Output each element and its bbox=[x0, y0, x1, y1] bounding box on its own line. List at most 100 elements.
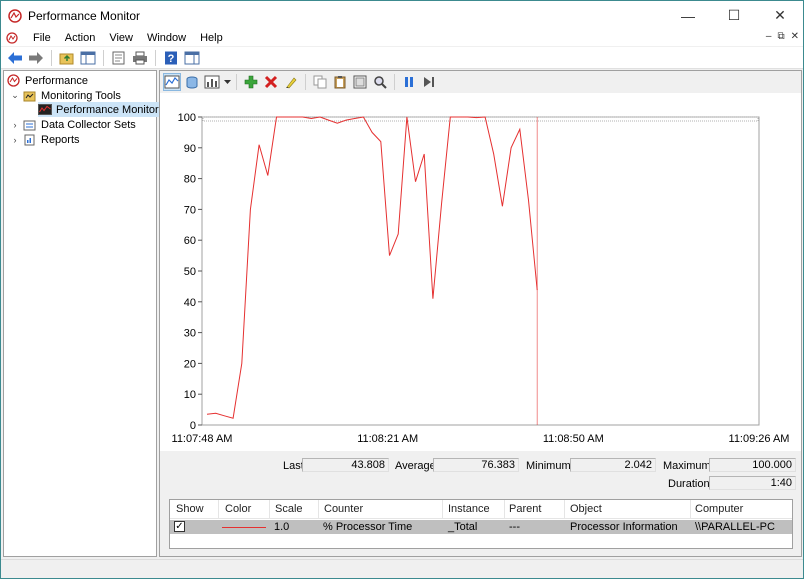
legend-column-divider[interactable] bbox=[318, 500, 319, 519]
menu-help[interactable]: Help bbox=[193, 30, 230, 46]
paste-counter-list-button[interactable] bbox=[331, 73, 349, 91]
legend-object: Processor Information bbox=[570, 521, 678, 533]
mdi-restore-button[interactable]: ⧉ bbox=[777, 31, 784, 42]
y-tick-label: 40 bbox=[184, 297, 196, 309]
highlight-button[interactable] bbox=[282, 73, 300, 91]
expanded-chevron-icon[interactable]: ⌄ bbox=[10, 90, 20, 101]
reports-icon bbox=[23, 134, 37, 146]
legend-header-computer[interactable]: Computer bbox=[695, 503, 743, 515]
counter-legend: Show Color Scale Counter Instance Parent… bbox=[169, 499, 793, 549]
help-button[interactable]: ? bbox=[162, 49, 180, 67]
title-bar: Performance Monitor — ☐ ✕ bbox=[1, 1, 803, 30]
graph-type-dropdown-button[interactable] bbox=[223, 73, 231, 91]
legend-header: Show Color Scale Counter Instance Parent… bbox=[170, 500, 792, 519]
tree-item-label: Performance bbox=[25, 74, 88, 87]
change-graph-type-button[interactable] bbox=[203, 73, 221, 91]
freeze-display-button[interactable] bbox=[400, 73, 418, 91]
tree-item-reports[interactable]: › Reports bbox=[10, 132, 80, 147]
legend-header-show[interactable]: Show bbox=[176, 503, 204, 515]
properties-dialog-button[interactable] bbox=[351, 73, 369, 91]
y-tick-label: 10 bbox=[184, 389, 196, 401]
properties-button[interactable] bbox=[110, 49, 128, 67]
legend-column-divider[interactable] bbox=[218, 500, 219, 519]
print-button[interactable] bbox=[131, 49, 149, 67]
line-chart[interactable]: 100908070605040302010011:07:48 AM 11:08:2… bbox=[160, 93, 801, 451]
tree-item-monitoring-tools[interactable]: ⌄ Monitoring Tools bbox=[10, 88, 121, 103]
minimum-label: Minimum bbox=[526, 460, 571, 472]
collapsed-chevron-icon[interactable]: › bbox=[10, 135, 20, 145]
legend-counter: % Processor Time bbox=[323, 521, 413, 533]
legend-column-divider[interactable] bbox=[690, 500, 691, 519]
legend-scale: 1.0 bbox=[274, 521, 290, 533]
tree-item-label: Data Collector Sets bbox=[41, 118, 136, 131]
performance-monitor-icon bbox=[38, 104, 52, 116]
properties-sheet-icon bbox=[353, 75, 367, 89]
perfmon-system-menu-icon[interactable] bbox=[6, 32, 18, 44]
show-checkbox[interactable]: ✓ bbox=[174, 521, 185, 532]
legend-header-object[interactable]: Object bbox=[570, 503, 602, 515]
monitoring-tools-icon bbox=[23, 90, 37, 102]
back-arrow-icon bbox=[8, 51, 22, 64]
up-one-level-button[interactable] bbox=[58, 49, 76, 67]
x-tick-label: 11:08:21 AM bbox=[357, 433, 418, 445]
legend-header-counter[interactable]: Counter bbox=[324, 503, 363, 515]
maximum-label: Maximum bbox=[663, 460, 711, 472]
legend-header-instance[interactable]: Instance bbox=[448, 503, 490, 515]
toolbar-separator bbox=[51, 49, 52, 66]
copy-properties-button[interactable] bbox=[311, 73, 329, 91]
pause-icon bbox=[405, 77, 413, 87]
action-pane-icon bbox=[184, 51, 200, 64]
mdi-controls: – ⧉ ✕ bbox=[766, 31, 799, 42]
legend-parent: --- bbox=[509, 521, 520, 533]
add-counter-button[interactable] bbox=[242, 73, 260, 91]
toolbar-separator bbox=[103, 49, 104, 66]
y-tick-label: 30 bbox=[184, 328, 196, 340]
menu-action[interactable]: Action bbox=[58, 30, 103, 46]
zoom-button[interactable] bbox=[371, 73, 389, 91]
legend-header-color[interactable]: Color bbox=[225, 503, 251, 515]
main-toolbar: ? bbox=[1, 47, 803, 69]
x-tick-label: 11:07:48 AM bbox=[172, 433, 233, 445]
mdi-close-button[interactable]: ✕ bbox=[791, 31, 799, 42]
tree-item-label: Performance Monitor bbox=[56, 103, 159, 116]
legend-row[interactable]: ✓ 1.0 % Processor Time _Total --- Proces… bbox=[170, 520, 792, 534]
y-tick-label: 70 bbox=[184, 204, 196, 216]
close-button[interactable]: ✕ bbox=[757, 1, 803, 30]
view-log-data-button[interactable] bbox=[183, 73, 201, 91]
log-data-icon bbox=[186, 76, 198, 89]
legend-column-divider[interactable] bbox=[269, 500, 270, 519]
show-hide-console-tree-button[interactable] bbox=[79, 49, 97, 67]
back-button[interactable] bbox=[6, 49, 24, 67]
minimize-button[interactable]: — bbox=[665, 1, 711, 30]
toolbar-separator bbox=[394, 74, 395, 90]
tree-item-performance-monitor[interactable]: Performance Monitor bbox=[38, 102, 163, 117]
view-current-activity-button[interactable] bbox=[163, 73, 181, 91]
legend-column-divider[interactable] bbox=[442, 500, 443, 519]
menu-file[interactable]: File bbox=[26, 30, 58, 46]
graph-area[interactable]: 100 90 80 70 60 50 40 30 20 10 0 11:07:48 AM 11:08:2… bbox=[160, 93, 801, 451]
legend-column-divider[interactable] bbox=[504, 500, 505, 519]
legend-column-divider[interactable] bbox=[564, 500, 565, 519]
toolbar-separator bbox=[155, 49, 156, 66]
maximize-button[interactable]: ☐ bbox=[711, 1, 757, 30]
menu-window[interactable]: Window bbox=[140, 30, 193, 46]
tree-item-data-collector-sets[interactable]: › Data Collector Sets bbox=[10, 117, 136, 132]
mdi-minimize-button[interactable]: – bbox=[766, 31, 772, 42]
legend-header-parent[interactable]: Parent bbox=[509, 503, 541, 515]
graph-toolbar bbox=[160, 71, 801, 93]
y-tick-label: 100 bbox=[178, 112, 196, 124]
delete-counter-button[interactable] bbox=[262, 73, 280, 91]
forward-button[interactable] bbox=[27, 49, 45, 67]
tree-item-label: Monitoring Tools bbox=[41, 89, 121, 102]
help-icon: ? bbox=[165, 51, 177, 65]
collapsed-chevron-icon[interactable]: › bbox=[10, 120, 20, 130]
legend-header-scale[interactable]: Scale bbox=[275, 503, 303, 515]
menu-view[interactable]: View bbox=[102, 30, 140, 46]
show-hide-action-pane-button[interactable] bbox=[183, 49, 201, 67]
current-activity-icon bbox=[164, 75, 180, 89]
tree-item-performance[interactable]: Performance bbox=[7, 73, 88, 88]
update-data-button[interactable] bbox=[420, 73, 438, 91]
maximum-value: 100.000 bbox=[709, 458, 796, 472]
y-tick-label: 60 bbox=[184, 235, 196, 247]
properties-icon bbox=[112, 51, 125, 64]
